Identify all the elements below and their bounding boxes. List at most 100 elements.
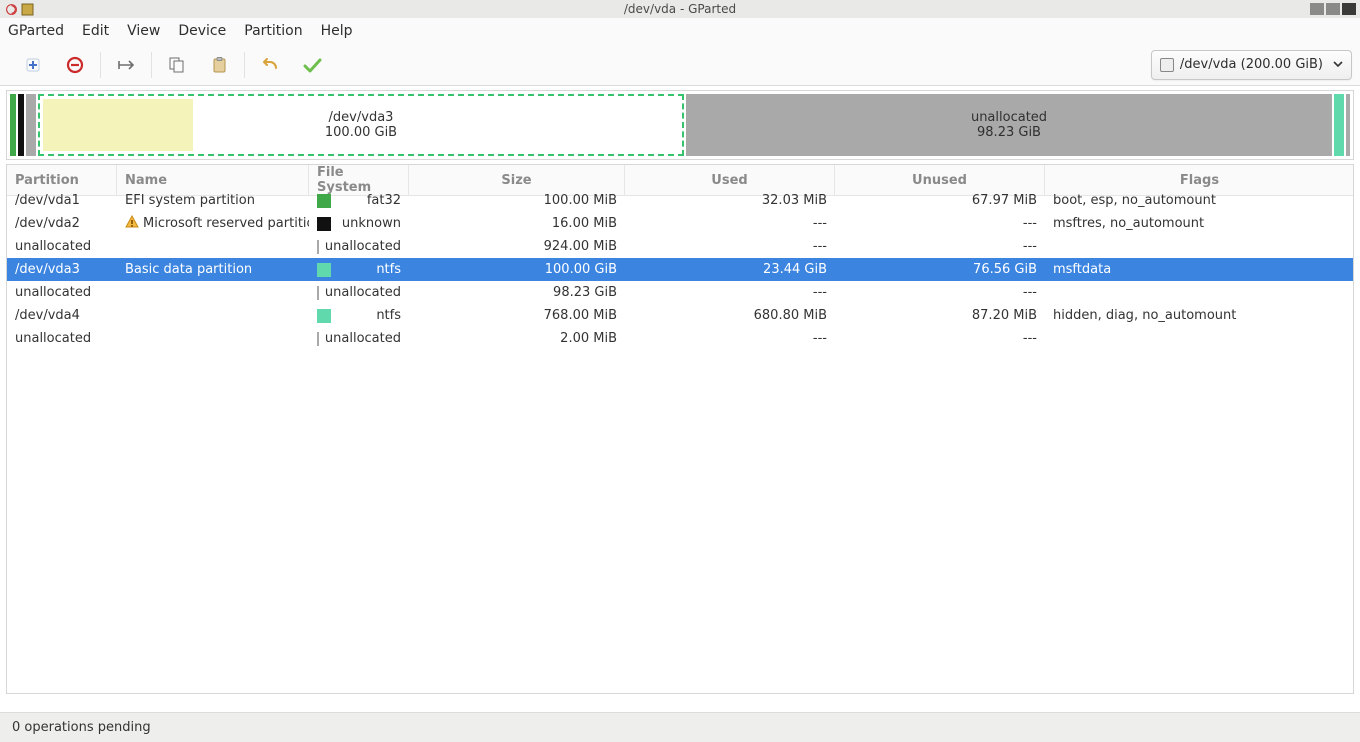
warning-icon bbox=[125, 215, 139, 233]
cell-size: 768.00 MiB bbox=[409, 308, 625, 323]
diskmap-unalloc-size: 98.23 GiB bbox=[971, 125, 1047, 140]
disk-icon bbox=[1160, 58, 1174, 72]
partition-table: Partition Name File System Size Used Unu… bbox=[6, 164, 1354, 694]
table-row[interactable]: unallocatedunallocated2.00 MiB------ bbox=[7, 327, 1353, 350]
new-partition-button[interactable] bbox=[12, 46, 54, 84]
diskmap-vda3-name: /dev/vda3 bbox=[325, 110, 397, 125]
cell-size: 100.00 MiB bbox=[409, 193, 625, 208]
cell-filesystem: ntfs bbox=[309, 308, 409, 323]
cell-name: Microsoft reserved partition bbox=[117, 215, 309, 233]
diskmap-seg-vda1[interactable] bbox=[10, 94, 16, 156]
cell-size: 924.00 MiB bbox=[409, 239, 625, 254]
table-body: /dev/vda1EFI system partitionfat32100.00… bbox=[7, 189, 1353, 350]
table-header: Partition Name File System Size Used Unu… bbox=[7, 165, 1353, 189]
cell-flags: msftdata bbox=[1045, 262, 1354, 277]
cell-filesystem: unallocated bbox=[309, 285, 409, 300]
menu-edit[interactable]: Edit bbox=[82, 23, 109, 39]
cell-used: --- bbox=[625, 216, 835, 231]
cell-partition: /dev/vda4 bbox=[7, 308, 117, 323]
cell-used: 32.03 MiB bbox=[625, 193, 835, 208]
delete-partition-button[interactable] bbox=[54, 46, 96, 84]
col-partition[interactable]: Partition bbox=[7, 165, 117, 196]
menu-gparted[interactable]: GParted bbox=[8, 23, 64, 39]
cell-name: EFI system partition bbox=[117, 193, 309, 208]
cell-size: 2.00 MiB bbox=[409, 331, 625, 346]
fs-swatch-icon bbox=[317, 217, 331, 231]
paste-button[interactable] bbox=[198, 46, 240, 84]
statusbar: 0 operations pending bbox=[0, 712, 1360, 742]
cell-filesystem: unallocated bbox=[309, 331, 409, 346]
cell-filesystem: unallocated bbox=[309, 239, 409, 254]
col-used[interactable]: Used bbox=[625, 165, 835, 196]
table-row[interactable]: unallocatedunallocated98.23 GiB------ bbox=[7, 281, 1353, 304]
undo-button[interactable] bbox=[249, 46, 291, 84]
diskmap-seg-unallocated-small[interactable] bbox=[26, 94, 36, 156]
fs-swatch-icon bbox=[317, 286, 319, 300]
chevron-down-icon bbox=[1333, 57, 1343, 72]
cell-flags: msftres, no_automount bbox=[1045, 216, 1354, 231]
menu-help[interactable]: Help bbox=[321, 23, 353, 39]
table-row[interactable]: /dev/vda4ntfs768.00 MiB680.80 MiB87.20 M… bbox=[7, 304, 1353, 327]
cell-unused: 76.56 GiB bbox=[835, 262, 1045, 277]
cell-partition: /dev/vda3 bbox=[7, 262, 117, 277]
cell-used: --- bbox=[625, 331, 835, 346]
cell-flags: boot, esp, no_automount bbox=[1045, 193, 1354, 208]
cell-unused: --- bbox=[835, 216, 1045, 231]
fs-swatch-icon bbox=[317, 240, 319, 254]
disk-map[interactable]: /dev/vda3 100.00 GiB unallocated 98.23 G… bbox=[6, 90, 1354, 160]
cell-filesystem: unknown bbox=[309, 216, 409, 231]
cell-size: 100.00 GiB bbox=[409, 262, 625, 277]
cell-flags: hidden, diag, no_automount bbox=[1045, 308, 1354, 323]
cell-filesystem: ntfs bbox=[309, 262, 409, 277]
cell-unused: --- bbox=[835, 239, 1045, 254]
fs-swatch-icon bbox=[317, 263, 331, 277]
apply-button[interactable] bbox=[291, 46, 333, 84]
menu-view[interactable]: View bbox=[127, 23, 160, 39]
device-selector-label: /dev/vda (200.00 GiB) bbox=[1180, 57, 1323, 72]
menu-partition[interactable]: Partition bbox=[244, 23, 302, 39]
table-row[interactable]: unallocatedunallocated924.00 MiB------ bbox=[7, 235, 1353, 258]
col-unused[interactable]: Unused bbox=[835, 165, 1045, 196]
cell-size: 98.23 GiB bbox=[409, 285, 625, 300]
diskmap-seg-vda4[interactable] bbox=[1334, 94, 1344, 156]
device-selector[interactable]: /dev/vda (200.00 GiB) bbox=[1151, 50, 1352, 80]
toolbar-separator bbox=[151, 52, 152, 78]
diskmap-vda3-size: 100.00 GiB bbox=[325, 125, 397, 140]
cell-unused: --- bbox=[835, 285, 1045, 300]
fs-swatch-icon bbox=[317, 332, 319, 346]
table-row[interactable]: /dev/vda1EFI system partitionfat32100.00… bbox=[7, 189, 1353, 212]
col-size[interactable]: Size bbox=[409, 165, 625, 196]
col-fs[interactable]: File System bbox=[309, 165, 409, 196]
diskmap-seg-vda2[interactable] bbox=[18, 94, 24, 156]
cell-used: --- bbox=[625, 285, 835, 300]
fs-swatch-icon bbox=[317, 194, 331, 208]
diskmap-unalloc-name: unallocated bbox=[971, 110, 1047, 125]
diskmap-seg-unallocated-tail[interactable] bbox=[1346, 94, 1350, 156]
menubar: GParted Edit View Device Partition Help bbox=[0, 18, 1360, 44]
fs-swatch-icon bbox=[317, 309, 331, 323]
diskmap-seg-unallocated-big[interactable]: unallocated 98.23 GiB bbox=[686, 94, 1332, 156]
col-name[interactable]: Name bbox=[117, 165, 309, 196]
cell-used: 680.80 MiB bbox=[625, 308, 835, 323]
cell-filesystem: fat32 bbox=[309, 193, 409, 208]
copy-button[interactable] bbox=[156, 46, 198, 84]
toolbar-separator bbox=[100, 52, 101, 78]
table-row[interactable]: /dev/vda2Microsoft reserved partitionunk… bbox=[7, 212, 1353, 235]
resize-move-button[interactable] bbox=[105, 46, 147, 84]
cell-partition: /dev/vda2 bbox=[7, 216, 117, 231]
status-pending: 0 operations pending bbox=[12, 720, 151, 735]
table-row[interactable]: /dev/vda3Basic data partitionntfs100.00 … bbox=[7, 258, 1353, 281]
window-titlebar: /dev/vda - GParted bbox=[0, 0, 1360, 18]
diskmap-seg-vda3[interactable]: /dev/vda3 100.00 GiB bbox=[38, 94, 684, 156]
menu-device[interactable]: Device bbox=[178, 23, 226, 39]
window-title: /dev/vda - GParted bbox=[0, 2, 1360, 16]
toolbar-separator bbox=[244, 52, 245, 78]
col-flags[interactable]: Flags bbox=[1045, 165, 1354, 196]
cell-partition: unallocated bbox=[7, 285, 117, 300]
cell-partition: unallocated bbox=[7, 239, 117, 254]
cell-unused: --- bbox=[835, 331, 1045, 346]
cell-name: Basic data partition bbox=[117, 262, 309, 277]
cell-partition: unallocated bbox=[7, 331, 117, 346]
cell-used: --- bbox=[625, 239, 835, 254]
cell-unused: 67.97 MiB bbox=[835, 193, 1045, 208]
